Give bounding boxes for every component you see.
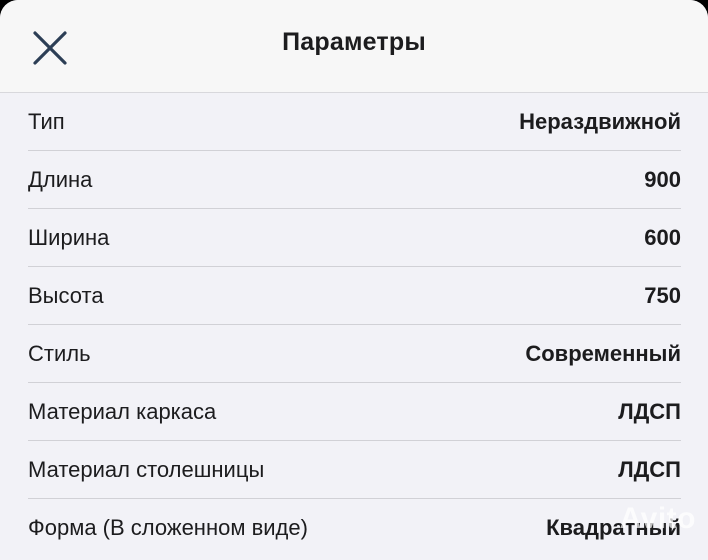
param-row-length: Длина 900 [28,151,708,209]
param-value: ЛДСП [618,399,681,424]
param-label: Форма (В сложенном виде) [28,515,308,540]
param-row-width: Ширина 600 [28,209,708,267]
param-label: Тип [28,109,65,134]
param-value: Нераздвижной [519,109,681,134]
parameters-sheet: Параметры Тип Нераздвижной Длина 900 Шир… [0,0,708,560]
param-label: Высота [28,283,104,308]
parameters-list: Тип Нераздвижной Длина 900 Ширина 600 Вы… [0,93,708,557]
param-value: 750 [644,283,681,308]
param-label: Ширина [28,225,110,250]
param-label: Материал каркаса [28,399,217,424]
param-label: Стиль [28,341,91,366]
param-value: Современный [525,341,681,366]
param-row-height: Высота 750 [28,267,708,325]
page-title: Параметры [282,28,426,56]
param-row-frame-material: Материал каркаса ЛДСП [28,383,708,441]
param-label: Длина [28,167,93,192]
param-label: Материал столешницы [28,457,265,482]
param-row-folded-shape: Форма (В сложенном виде) Квадратный [28,499,708,557]
header-bar: Параметры [0,0,708,93]
param-row-top-material: Материал столешницы ЛДСП [28,441,708,499]
param-row-type: Тип Нераздвижной [28,93,708,151]
param-value: ЛДСП [618,457,681,482]
param-value: 900 [644,167,681,192]
param-value: Квадратный [546,515,681,540]
param-row-style: Стиль Современный [28,325,708,383]
param-value: 600 [644,225,681,250]
